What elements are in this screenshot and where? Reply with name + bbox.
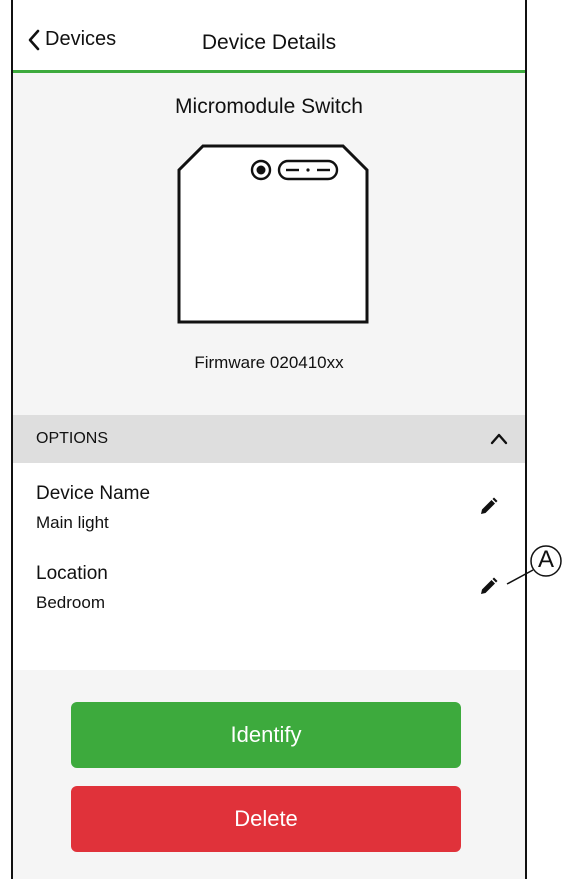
location-label: Location xyxy=(36,563,108,584)
identify-button[interactable]: Identify xyxy=(71,702,461,768)
firmware-version: Firmware 020410xx xyxy=(194,353,344,372)
options-label: OPTIONS xyxy=(36,430,109,447)
phone-screen: Devices Device Details Micromodule Switc… xyxy=(11,0,527,879)
device-name-value: Main light xyxy=(36,513,109,532)
device-model-name: Micromodule Switch xyxy=(175,95,363,118)
pencil-icon[interactable] xyxy=(478,577,498,597)
chevron-up-icon[interactable] xyxy=(489,429,509,449)
pencil-icon[interactable] xyxy=(478,497,498,517)
callout-letter: A xyxy=(537,546,554,573)
device-name-label: Device Name xyxy=(36,483,151,504)
page-title: Device Details xyxy=(201,31,337,54)
delete-button[interactable]: Delete xyxy=(71,786,461,852)
options-panel: Device Name Main light Location Bedroom xyxy=(13,463,525,670)
options-section-header[interactable]: OPTIONS xyxy=(13,415,525,463)
location-value: Bedroom xyxy=(36,593,105,612)
micromodule-device-icon xyxy=(177,144,369,324)
app-header: Devices Device Details xyxy=(13,0,525,73)
